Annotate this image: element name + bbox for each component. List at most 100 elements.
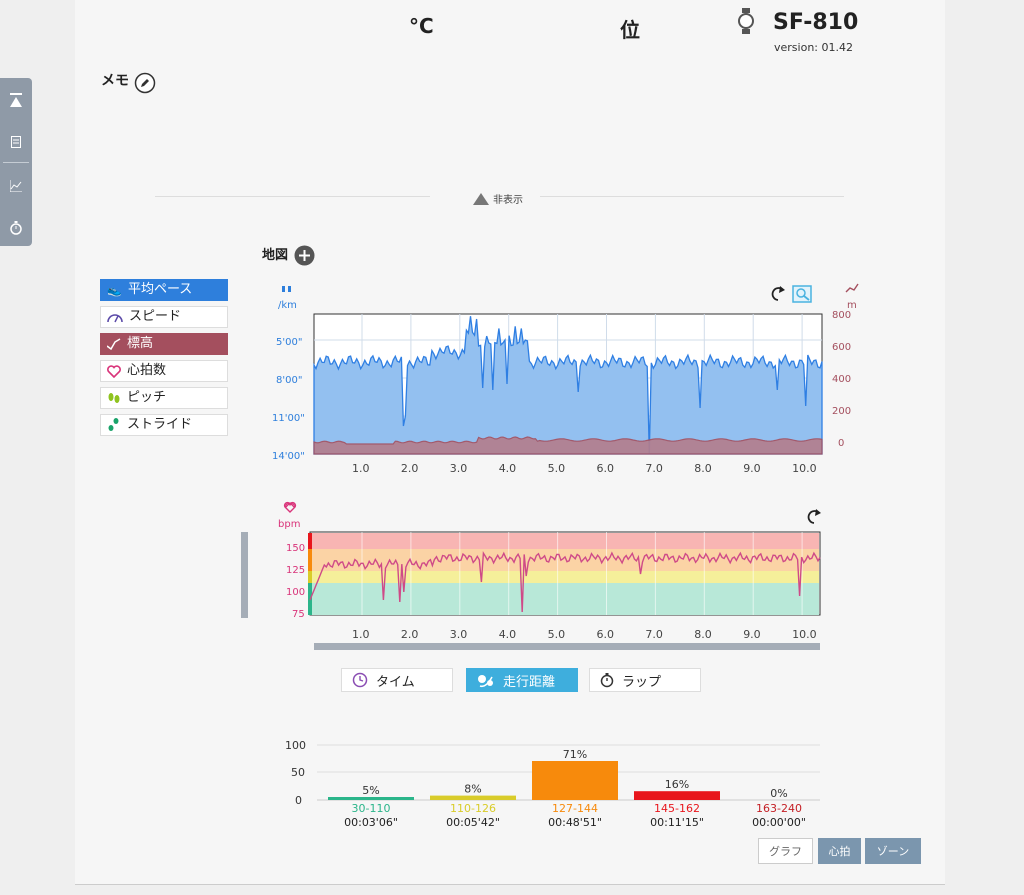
hr-y-tick: 100 — [286, 587, 305, 598]
zone-range-label: 163-240 — [756, 802, 802, 815]
zone-percent-label: 5% — [362, 784, 379, 797]
hr-zone-red — [311, 533, 819, 549]
hr-x-tick: 3.0 — [450, 628, 468, 641]
hr-zone-orange — [311, 549, 819, 571]
device-name: SF-810 — [773, 10, 859, 35]
zone-percent-label: 0% — [770, 787, 787, 800]
elevation-y-tick: 800 — [832, 310, 851, 321]
elevation-y-tick: 200 — [832, 406, 851, 417]
elevation-y-tick: 0 — [838, 438, 844, 449]
tab-distance[interactable]: 走行距離 — [466, 668, 578, 692]
zone-range-label: 127-144 — [552, 802, 598, 815]
pace-y-tick: 14'00" — [272, 451, 305, 462]
hr-y-tick: 75 — [292, 609, 305, 620]
top-cutoff-icons — [130, 0, 600, 6]
pace-x-tick: 10.0 — [792, 462, 817, 475]
heart-rate-chart: bpm 150 125 100 75 1.0 2.0 3.0 4.0 5.0 6.0 7.0… — [278, 501, 821, 650]
legend-heart-rate[interactable]: 心拍数 — [100, 360, 228, 382]
hr-x-tick: 7.0 — [645, 628, 663, 641]
pace-x-tick: 6.0 — [597, 462, 615, 475]
divider-left — [155, 196, 430, 197]
temperature-unit: °C — [409, 14, 434, 38]
pace-elevation-chart: /km m 5'00" 8'00" 11'00" 14'00" 800 600 … — [272, 283, 859, 475]
zone-bar — [328, 797, 414, 800]
elevation-y-tick: 400 — [832, 374, 851, 385]
zone-button[interactable]: ゾーン — [865, 838, 921, 864]
hr-resize-handle[interactable] — [241, 532, 248, 618]
bottom-divider — [75, 884, 945, 885]
route-icon — [478, 675, 493, 688]
hr-x-tick: 6.0 — [597, 628, 615, 641]
zone-range-label: 110-126 — [450, 802, 496, 815]
rank-label: 位 — [620, 18, 640, 42]
pace-y-tick: 11'00" — [272, 413, 305, 424]
hr-x-tick: 5.0 — [548, 628, 566, 641]
pace-x-tick: 5.0 — [548, 462, 566, 475]
version-text: version: 01.42 — [774, 41, 853, 54]
bar-y-tick: 50 — [291, 766, 305, 779]
map-label: 地図 — [262, 248, 289, 263]
pace-x-tick: 3.0 — [450, 462, 468, 475]
hr-zone-marker — [308, 549, 312, 571]
sidebar-divider — [3, 162, 29, 163]
legend-avg-pace[interactable]: 👟 平均ペース — [100, 279, 228, 301]
clock-icon — [352, 672, 368, 688]
legend-elevation[interactable]: 標高 — [100, 333, 228, 355]
elevation-icon — [107, 338, 121, 350]
hr-x-tick: 1.0 — [352, 628, 370, 641]
document-icon — [11, 136, 21, 148]
zone-bars: 5% 30-11000:03'06" 8% 110-12600:05'42" 71% 12… — [328, 748, 806, 829]
legend-speed[interactable]: スピード — [100, 306, 228, 328]
pace-y-unit: /km — [278, 300, 297, 311]
lap-stopwatch-icon — [600, 673, 614, 688]
elevation-y-tick: 600 — [832, 342, 851, 353]
lap-nav-button[interactable] — [0, 208, 32, 248]
zone-duration-label: 00:03'06" — [344, 816, 398, 829]
hr-y-tick: 125 — [286, 565, 305, 576]
pace-x-tick: 2.0 — [401, 462, 419, 475]
heart-icon — [107, 364, 121, 378]
hr-x-tick: 4.0 — [499, 628, 517, 641]
hide-toggle[interactable]: 非表示 — [473, 191, 523, 206]
scroll-top-button[interactable] — [0, 80, 32, 120]
triangle-up-icon — [473, 192, 489, 205]
pace-x-tick: 9.0 — [743, 462, 761, 475]
tab-time[interactable]: タイム — [341, 668, 453, 692]
hr-x-tick: 9.0 — [743, 628, 761, 641]
pace-x-tick: 8.0 — [694, 462, 712, 475]
hr-x-axis: 1.0 2.0 3.0 4.0 5.0 6.0 7.0 8.0 9.0 10.0 — [352, 628, 817, 641]
divider-right — [540, 196, 844, 197]
zone-range-label: 30-110 — [352, 802, 391, 815]
hr-scrollbar[interactable] — [314, 643, 820, 650]
zoom-icon[interactable] — [792, 285, 812, 303]
hr-reset-icon[interactable] — [807, 509, 821, 524]
memo-nav-button[interactable] — [0, 122, 32, 162]
hr-zone-bar-chart: 100 50 0 5% 30-11000:03'06" 8% 110-12600:05… — [285, 739, 820, 829]
hr-y-tick: 150 — [286, 543, 305, 554]
edit-icon[interactable] — [134, 72, 156, 94]
hr-zone-green — [311, 583, 819, 615]
expand-map-icon[interactable] — [294, 245, 315, 266]
speedometer-icon — [107, 314, 123, 323]
elevation-unit-icon — [845, 283, 859, 293]
pace-x-axis: 1.0 2.0 3.0 4.0 5.0 6.0 7.0 8.0 9.0 10.0 — [352, 462, 817, 475]
tab-lap[interactable]: ラップ — [589, 668, 701, 692]
zone-percent-label: 8% — [464, 783, 481, 796]
hide-label: 非表示 — [493, 195, 523, 206]
zone-duration-label: 00:11'15" — [650, 816, 704, 829]
pace-unit-icon — [282, 286, 291, 292]
side-toolbar — [0, 78, 32, 246]
legend-stride[interactable]: ストライド — [100, 414, 228, 436]
memo-label: メモ — [101, 73, 129, 89]
hr-x-tick: 8.0 — [694, 628, 712, 641]
heart-rate-button[interactable]: 心拍 — [818, 838, 861, 864]
stride-icon — [108, 418, 119, 431]
pace-icon: 👟 — [107, 283, 122, 297]
graph-nav-button[interactable] — [0, 166, 32, 206]
graph-button[interactable]: グラフ — [758, 838, 813, 864]
reset-zoom-icon[interactable] — [771, 286, 785, 301]
legend-pitch[interactable]: ピッチ — [100, 387, 228, 409]
watch-icon — [738, 8, 754, 34]
zone-percent-label: 71% — [563, 748, 587, 761]
pace-x-tick: 7.0 — [645, 462, 663, 475]
